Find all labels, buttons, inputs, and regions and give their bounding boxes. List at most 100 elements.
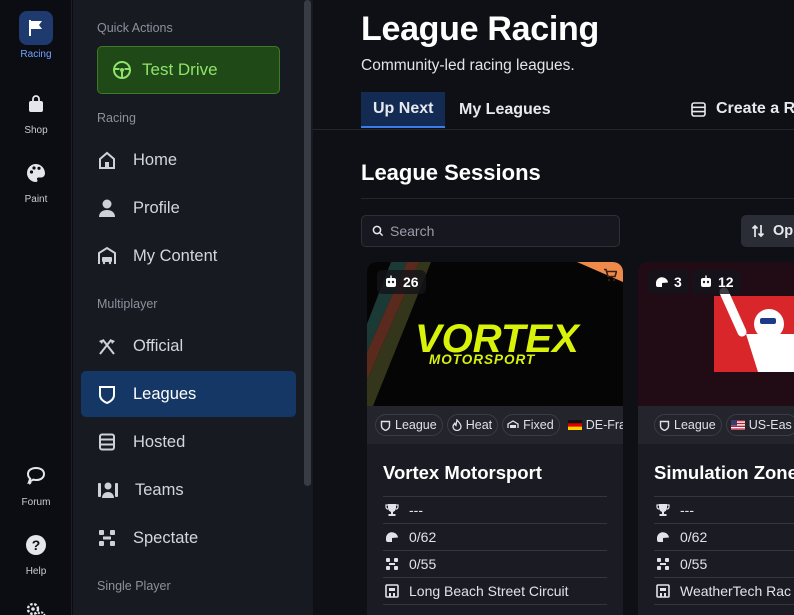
multiplayer-heading: Multiplayer <box>97 297 158 311</box>
sidebar-item-label: Profile <box>133 198 180 217</box>
spectate-icon <box>99 530 115 546</box>
tag-label: League <box>395 418 437 432</box>
rail-label-forum: Forum <box>21 497 51 508</box>
tab-up-next[interactable]: Up Next <box>361 92 446 128</box>
card-hero-image: 3 12 <box>638 262 794 406</box>
rail-item-racing[interactable]: Racing <box>0 11 72 60</box>
search-field[interactable] <box>361 215 620 247</box>
card-row-drivers: 0/62 <box>654 524 794 551</box>
tag: League <box>375 414 443 436</box>
garage-icon <box>98 246 116 265</box>
cart-icon[interactable] <box>603 268 617 282</box>
tabs-divider <box>313 129 794 130</box>
rail-item-forum[interactable]: Forum <box>0 459 72 508</box>
badge-value: 26 <box>403 274 419 290</box>
card-row-cars: 0/55 <box>654 551 794 578</box>
crossed-flags-icon <box>99 339 115 355</box>
rail-label-racing: Racing <box>20 49 52 60</box>
tag-label: League <box>674 418 716 432</box>
search-input[interactable] <box>390 223 610 239</box>
sidebar-item-label: My Content <box>133 246 218 265</box>
card-row-results: --- <box>654 497 794 524</box>
card-badge: 12 <box>692 270 741 294</box>
flame-icon <box>452 419 462 431</box>
robot-icon <box>701 275 711 287</box>
trophy-icon <box>656 504 670 516</box>
svg-text:?: ? <box>32 537 41 553</box>
helmet-icon <box>656 532 669 542</box>
card-hero-image: VORTEX MOTORSPORT 26 <box>367 262 623 406</box>
main-content: League Racing Community-led racing leagu… <box>313 0 794 615</box>
card-title: Simulation Zone <box>654 462 794 483</box>
helmet-icon <box>655 277 668 287</box>
rail-label-help: Help <box>25 566 47 577</box>
row-value: 0/62 <box>680 529 708 545</box>
card-row-cars: 0/55 <box>383 551 607 578</box>
card-details: --- 0/62 0/55 WeatherTech Rac <box>654 496 794 605</box>
rail-item-help[interactable]: ? Help <box>0 528 72 577</box>
sidebar-scrollbar[interactable] <box>304 0 311 486</box>
section-title: League Sessions <box>361 160 541 185</box>
sidebar-item-official[interactable]: Official <box>81 323 296 369</box>
sidebar-item-spectate[interactable]: Spectate <box>81 515 296 561</box>
rail-label-shop: Shop <box>24 125 48 136</box>
row-value: 0/55 <box>409 556 437 572</box>
app-rail: Racing Shop Paint Forum ? Help <box>0 0 72 615</box>
create-league-button[interactable]: Create a R <box>691 92 794 126</box>
tag: Fixed <box>502 414 560 436</box>
tag: League <box>654 414 722 436</box>
card-row-drivers: 0/62 <box>383 524 607 551</box>
card-row-results: --- <box>383 497 607 524</box>
card-badge: 26 <box>377 270 426 294</box>
test-drive-label: Test Drive <box>142 60 218 79</box>
rail-item-paint[interactable]: Paint <box>0 156 72 205</box>
sidebar-item-teams[interactable]: Teams <box>81 467 296 513</box>
tag-label: Fixed <box>523 418 554 432</box>
row-value: 0/62 <box>409 529 437 545</box>
racing-heading: Racing <box>97 111 136 125</box>
team-icon <box>98 482 118 498</box>
sort-options-button[interactable]: Op <box>741 215 794 247</box>
track-icon <box>656 584 670 598</box>
sidebar-item-profile[interactable]: Profile <box>81 185 296 231</box>
league-session-card[interactable]: 3 12 League US-Eas Simulation Zone --- 0… <box>638 262 794 615</box>
tab-my-leagues[interactable]: My Leagues <box>459 92 551 128</box>
trophy-icon <box>385 504 399 516</box>
sidebar-item-my-content[interactable]: My Content <box>81 233 296 279</box>
badge-value: 12 <box>718 274 734 290</box>
cars-icon <box>657 558 669 570</box>
league-session-card[interactable]: VORTEX MOTORSPORT 26 League Heat Fixed D… <box>367 262 623 615</box>
sidebar-item-home[interactable]: Home <box>81 137 296 183</box>
question-icon: ? <box>19 528 53 562</box>
server-icon <box>99 433 115 451</box>
test-drive-button[interactable]: Test Drive <box>97 46 280 94</box>
rail-item-settings[interactable] <box>0 594 72 615</box>
car-icon <box>507 419 519 428</box>
card-row-track: WeatherTech Rac <box>654 578 794 605</box>
sidebar-item-label: Hosted <box>133 432 186 451</box>
card-badge: 3 <box>648 270 689 294</box>
robot-icon <box>386 275 396 287</box>
tag-label: US-Eas <box>748 418 792 432</box>
sidebar-item-hosted[interactable]: Hosted <box>81 419 296 465</box>
logo-bottom-text: MOTORSPORT <box>429 352 536 367</box>
sidebar-item-label: Teams <box>135 480 184 499</box>
quick-actions-heading: Quick Actions <box>97 21 173 35</box>
page-title: League Racing <box>361 10 599 48</box>
badge-value: 3 <box>674 274 682 290</box>
palette-icon <box>19 156 53 190</box>
tag-label: DE-Fra <box>585 418 623 432</box>
sort-options-label: Op <box>773 223 794 239</box>
tag: DE-Fra <box>564 414 623 436</box>
tag-label: Heat <box>465 418 493 432</box>
sidebar-item-leagues[interactable]: Leagues <box>81 371 296 417</box>
rail-item-shop[interactable]: Shop <box>0 87 72 136</box>
flag-icon <box>19 11 53 45</box>
section-divider <box>361 198 794 199</box>
tag: Heat <box>446 414 499 436</box>
row-value: Long Beach Street Circuit <box>409 583 569 599</box>
tab-label: Up Next <box>373 100 434 117</box>
search-icon <box>372 225 384 237</box>
single-player-heading: Single Player <box>97 579 171 593</box>
card-row-track: Long Beach Street Circuit <box>383 578 607 605</box>
